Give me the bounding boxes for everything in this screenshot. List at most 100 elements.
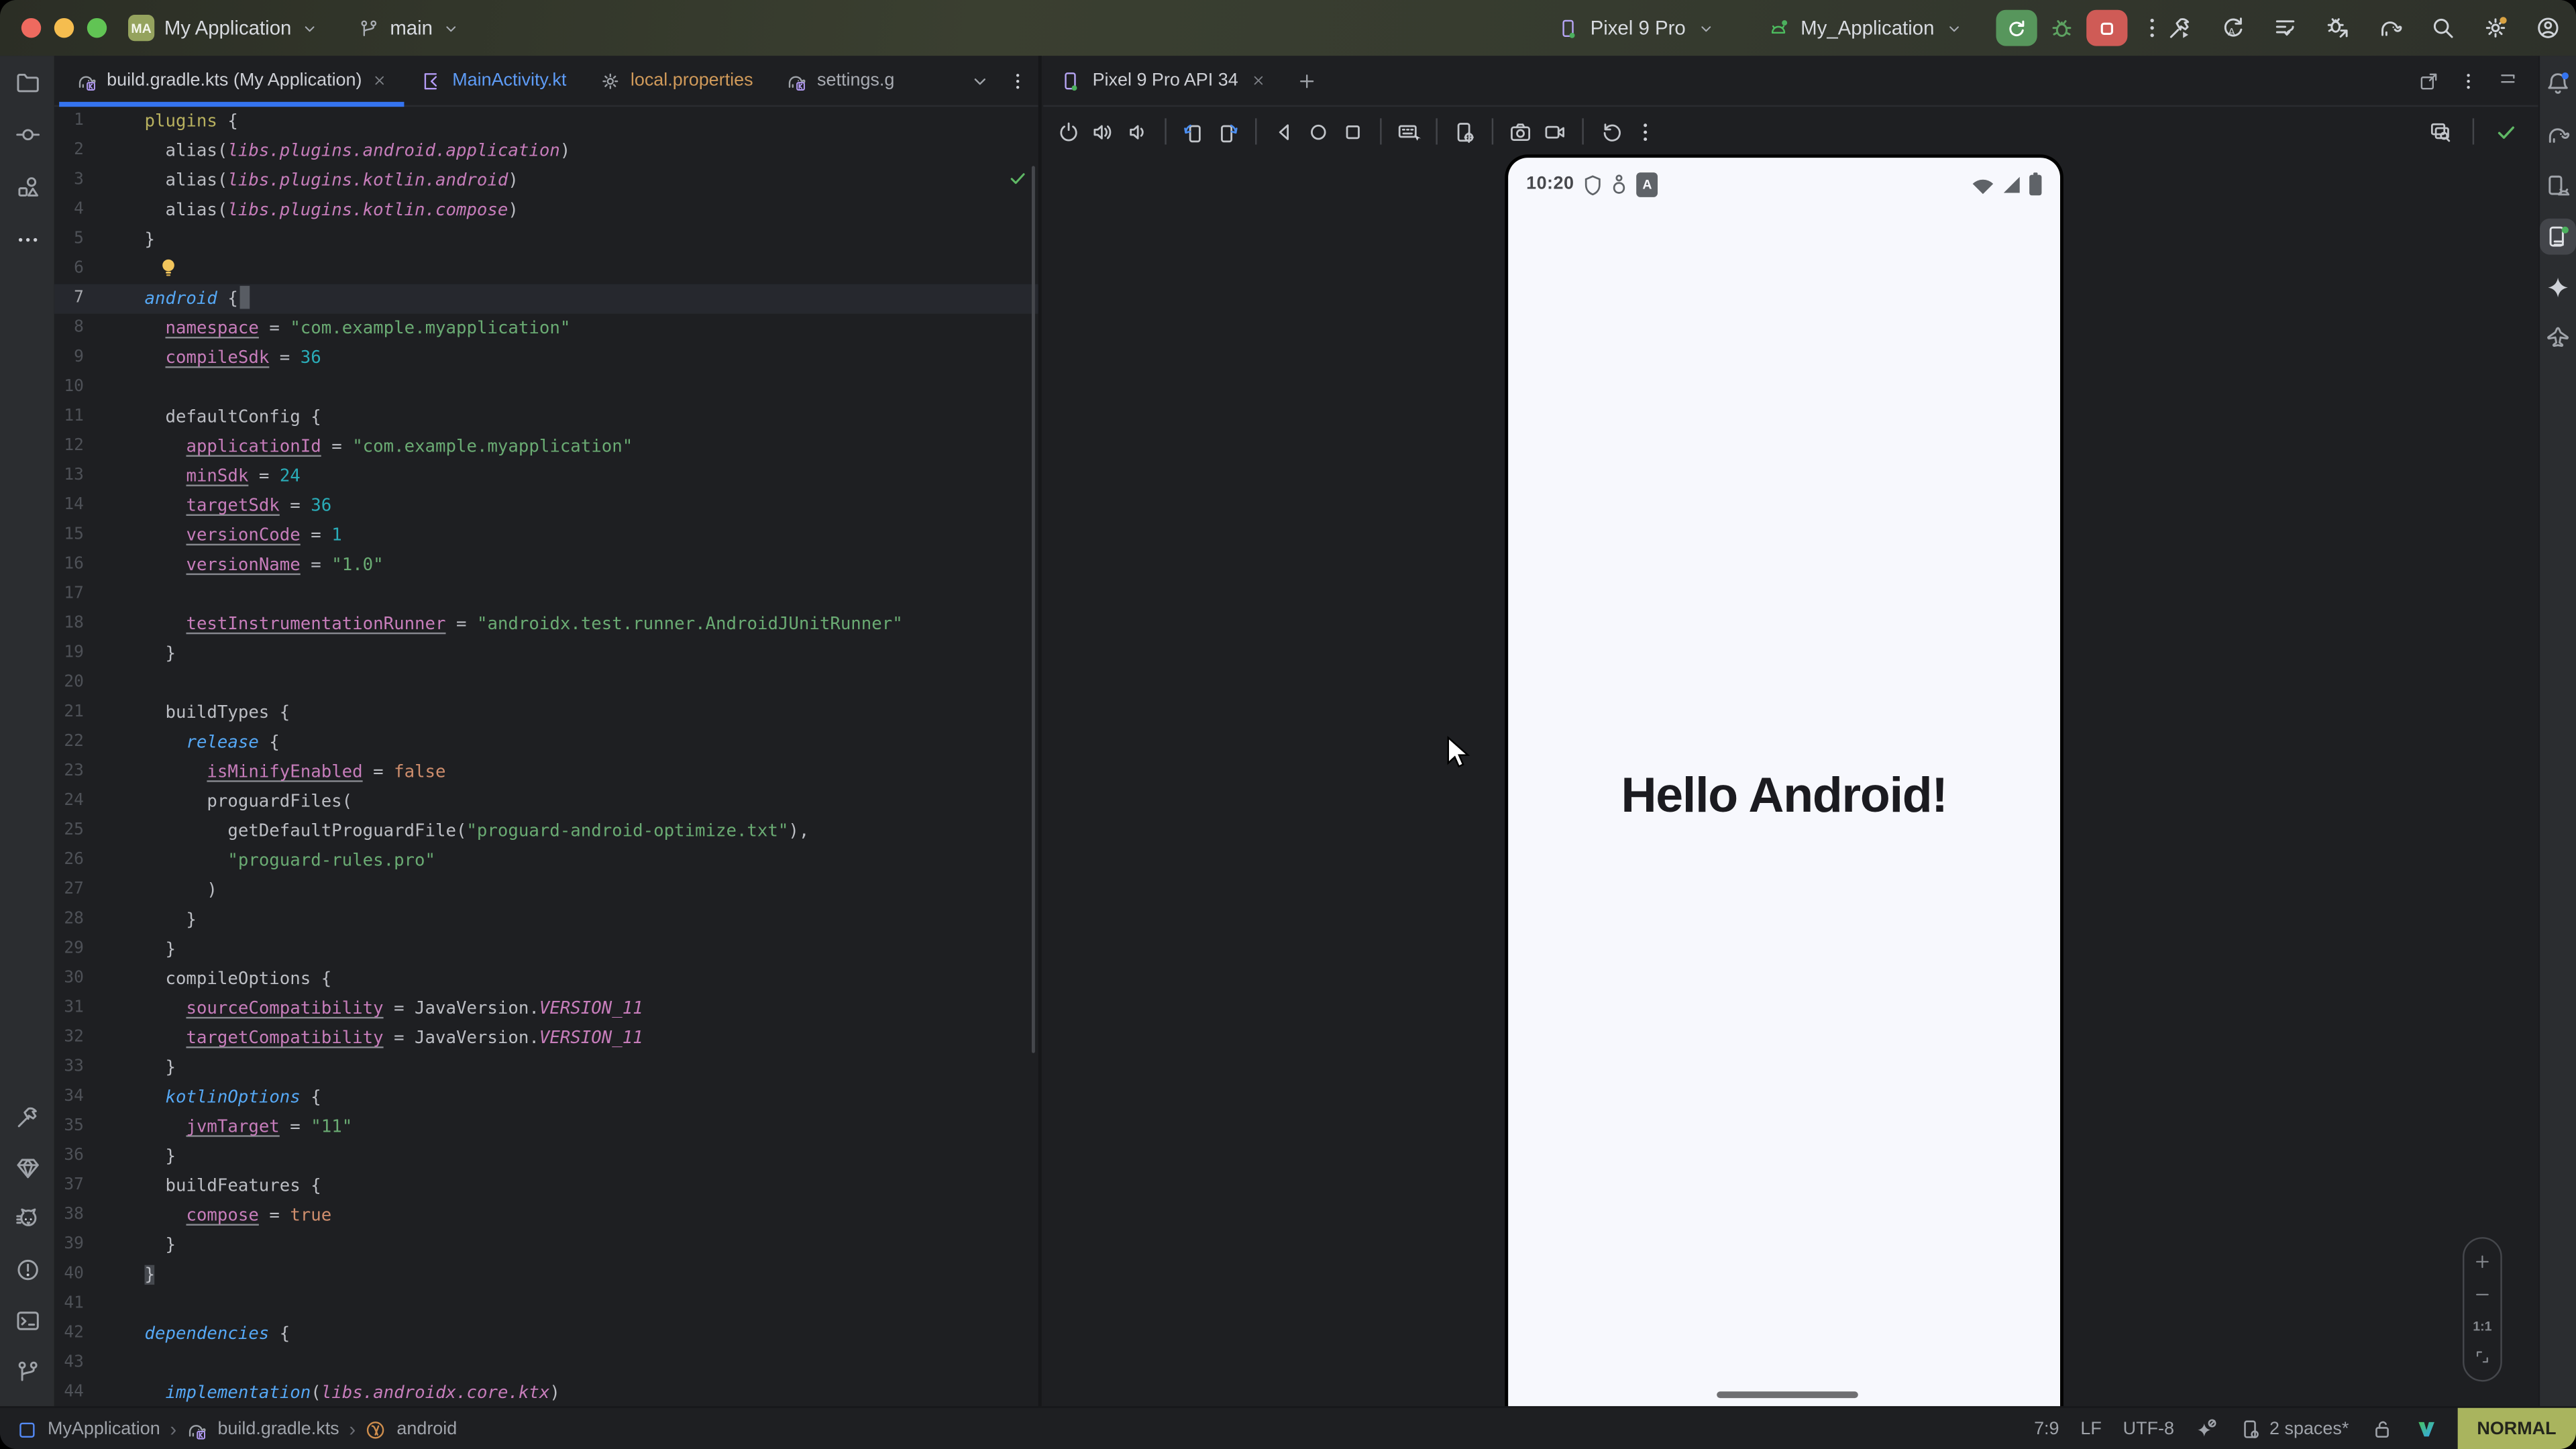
zoom-1-1-button[interactable]: 1:1 [2473,1319,2491,1334]
code-line[interactable]: 7android { [54,284,1038,314]
terminal-icon[interactable] [14,1307,40,1334]
build-variants-icon[interactable] [2272,15,2298,41]
more-run-actions-icon[interactable] [2140,15,2166,41]
reset-icon[interactable] [1599,119,1623,144]
code-line[interactable]: 23 isMinifyEnabled = false [54,757,1038,787]
unlock-icon[interactable] [2370,1417,2393,1440]
code-line[interactable]: 24 proguardFiles( [54,787,1038,816]
code-line[interactable]: 29 } [54,934,1038,964]
code-line[interactable]: 26 "proguard-rules.pro" [54,846,1038,875]
intention-bulb-icon[interactable] [160,258,178,279]
device-more-icon[interactable] [1633,119,1658,144]
code-line[interactable]: 15 versionCode = 1 [54,521,1038,550]
code-line[interactable]: 33 } [54,1053,1038,1083]
code-line[interactable]: 1plugins { [54,107,1038,136]
inspections-ok-icon[interactable] [1007,168,1028,189]
back-icon[interactable] [1272,119,1297,144]
ideavim-icon[interactable] [2414,1417,2437,1440]
code-line[interactable]: 28 } [54,905,1038,934]
gradle-sync-icon[interactable] [2377,15,2404,41]
file-encoding[interactable]: UTF-8 [2123,1419,2174,1439]
hide-panel-icon[interactable] [2497,70,2518,91]
build-tool-icon[interactable] [14,1104,40,1130]
code-line[interactable]: 20 [54,669,1038,698]
app-insights-gem-icon[interactable] [14,1155,40,1181]
code-line[interactable]: 31 sourceCompatibility = JavaVersion.VER… [54,994,1038,1024]
project-menu[interactable]: My Application [164,16,291,39]
overview-icon[interactable] [1340,119,1365,144]
notifications-bell-icon[interactable] [2544,70,2571,97]
code-line[interactable]: 32 targetCompatibility = JavaVersion.VER… [54,1024,1038,1053]
zoom-fit-icon[interactable] [2473,1347,2492,1366]
code-line[interactable]: 5} [54,225,1038,255]
code-line[interactable]: 12 applicationId = "com.example.myapplic… [54,432,1038,462]
more-tool-windows-icon[interactable] [14,227,40,253]
screenshot-camera-icon[interactable] [1508,119,1533,144]
minimize-window-button[interactable] [54,18,74,38]
volume-down-icon[interactable] [1126,119,1150,144]
screen-record-icon[interactable] [1543,119,1568,144]
code-line[interactable]: 43 [54,1349,1038,1379]
airplane-icon[interactable] [2544,325,2571,352]
hidden-tabs-chevron-icon[interactable] [969,70,991,91]
code-line[interactable]: 8 namespace = "com.example.myapplication… [54,314,1038,343]
code-line[interactable]: 3 alias(libs.plugins.kotlin.android) [54,166,1038,195]
code-line[interactable]: 19 } [54,639,1038,669]
logcat-cat-icon[interactable] [14,1206,40,1232]
stop-button[interactable] [2087,10,2128,46]
code-line[interactable]: 27 ) [54,875,1038,905]
code-line[interactable]: 2 alias(libs.plugins.android.application… [54,136,1038,166]
code-line[interactable]: 30 compileOptions { [54,965,1038,994]
add-device-tab-icon[interactable] [1295,70,1317,91]
zoom-out-icon[interactable] [2473,1285,2492,1305]
device-tab-label[interactable]: Pixel 9 Pro API 34 [1093,70,1238,90]
gradle-tool-icon[interactable] [2544,121,2571,148]
run-configuration-selector[interactable]: My_Application [1801,16,1934,39]
tab-settings-gradle[interactable]: settings.g [769,56,911,105]
code-line[interactable]: 42dependencies { [54,1320,1038,1349]
tab-build-gradle[interactable]: build.gradle.kts (My Application) [59,56,405,105]
breadcrumb-project[interactable]: MyApplication [48,1419,160,1439]
settings-gear-icon[interactable] [2482,15,2508,41]
problems-icon[interactable] [14,1256,40,1283]
volume-up-icon[interactable] [1091,119,1116,144]
editor-scrollbar[interactable] [1031,166,1035,1053]
project-folder-icon[interactable] [14,69,40,95]
code-line[interactable]: 14 targetSdk = 36 [54,491,1038,521]
code-line[interactable]: 34 kotlinOptions { [54,1083,1038,1112]
close-icon[interactable] [372,72,388,89]
code-line[interactable]: 40} [54,1260,1038,1289]
device-manager-icon[interactable] [2544,172,2571,199]
code-line[interactable]: 39 } [54,1230,1038,1260]
panel-options-icon[interactable] [2458,70,2479,91]
code-line[interactable]: 6 [54,255,1038,284]
code-line[interactable]: 9 compileSdk = 36 [54,343,1038,373]
debug-icon[interactable] [2049,15,2076,41]
zoom-window-button[interactable] [87,18,107,38]
code-line[interactable]: 11 defaultConfig { [54,402,1038,432]
rotate-right-icon[interactable] [1216,119,1240,144]
code-line[interactable]: 16 versionName = "1.0" [54,550,1038,580]
resource-manager-icon[interactable] [14,174,40,201]
code-line[interactable]: 17 [54,580,1038,609]
code-line[interactable]: 37 buildFeatures { [54,1171,1038,1201]
caret-position[interactable]: 7:9 [2034,1419,2059,1439]
sync-icon[interactable]: A [2220,15,2246,41]
build-icon[interactable] [2167,15,2193,41]
search-icon[interactable] [2430,15,2456,41]
emulator-screen[interactable]: 10:20 A Hello Android! [1508,158,2060,1406]
attach-debugger-icon[interactable] [2324,15,2351,41]
keyboard-input-icon[interactable] [1397,119,1421,144]
code-line[interactable]: 22 release { [54,728,1038,757]
code-line[interactable]: 38 compose = true [54,1201,1038,1230]
ui-check-icon[interactable] [2428,119,2453,144]
code-line[interactable]: 35 jvmTarget = "11" [54,1112,1038,1142]
rerun-button[interactable] [1997,10,2038,46]
breadcrumb-element[interactable]: android [396,1419,457,1439]
code-line[interactable]: 25 getDefaultProguardFile("proguard-andr… [54,816,1038,846]
code-line[interactable]: 36 } [54,1142,1038,1171]
branch-menu[interactable]: main [390,16,433,39]
tab-mainactivity[interactable]: MainActivity.kt [405,56,583,105]
code-editor[interactable]: 1plugins {2 alias(libs.plugins.android.a… [54,107,1038,1406]
code-line[interactable]: 4 alias(libs.plugins.kotlin.compose) [54,195,1038,225]
